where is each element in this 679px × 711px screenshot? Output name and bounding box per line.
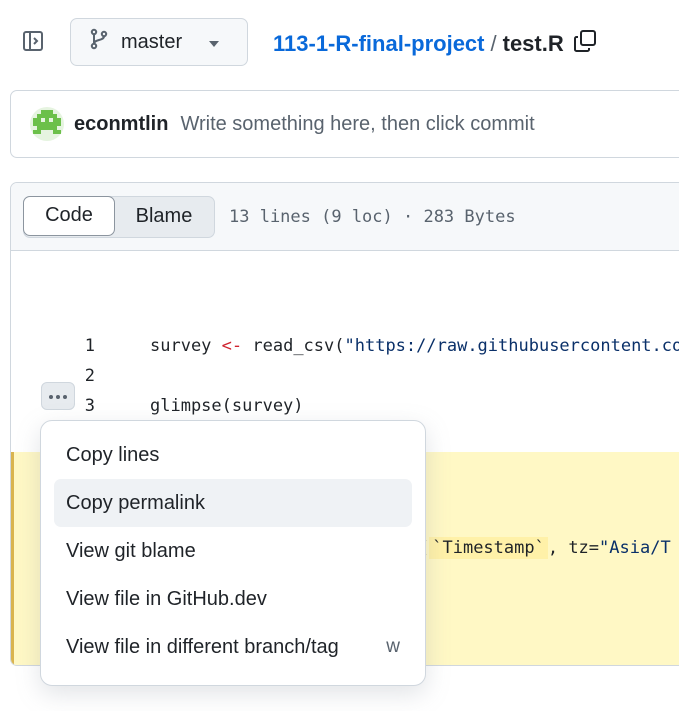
triangle-down-icon [208, 31, 220, 54]
line-code: glimpse(survey) [150, 396, 304, 416]
code-token: glimpse(survey) [150, 396, 304, 416]
line-options-button[interactable] [41, 382, 75, 410]
repo-link[interactable]: 113-1-R-final-project [273, 31, 485, 57]
menu-item-copy-lines[interactable]: Copy lines [54, 431, 412, 479]
menu-item-label: View file in different branch/tag [66, 635, 339, 658]
sidebar-toggle-button[interactable] [18, 28, 48, 58]
branch-selector-button[interactable]: master [70, 18, 248, 66]
code-token-string: "Asia/T [599, 538, 671, 558]
menu-item-view-git-blame[interactable]: View git blame [54, 527, 412, 575]
breadcrumb: 113-1-R-final-project / test.R [273, 28, 598, 60]
menu-item-label: Copy lines [66, 443, 160, 466]
code-token: , tz= [547, 538, 600, 558]
tab-blame[interactable]: Blame [114, 197, 214, 237]
commit-message: Write something here, then click commit [180, 112, 535, 135]
avatar[interactable] [30, 107, 64, 141]
menu-item-view-file-in-github-dev[interactable]: View file in GitHub.dev [54, 575, 412, 623]
code-line: 3 glimpse(survey) [11, 391, 679, 421]
breadcrumb-separator: / [490, 31, 497, 56]
code-token: "https://raw.githubusercontent.com [344, 336, 679, 356]
copy-path-button[interactable] [572, 28, 598, 60]
sidebar-expand-icon [21, 29, 45, 58]
view-toggle: Code Blame [23, 195, 215, 238]
code-token: read_csv( [242, 336, 345, 356]
menu-item-shortcut: w [386, 636, 400, 657]
code-line-partial: (`Timestamp`, tz="Asia/T [419, 533, 671, 563]
code-token: <- [221, 336, 243, 356]
tab-code[interactable]: Code [23, 195, 115, 236]
git-branch-icon [89, 28, 109, 56]
code-line: 2 [11, 361, 679, 391]
line-context-menu: Copy lines Copy permalink View git blame Vi… [40, 420, 426, 686]
line-number[interactable]: 1 [55, 336, 95, 356]
copy-icon [572, 28, 598, 60]
menu-item-view-file-in-different-branch-tag[interactable]: View file in different branch/tag w [54, 623, 412, 671]
file-name: test.R [502, 31, 564, 56]
menu-item-label: View git blame [66, 539, 196, 562]
commit-bar: econmtlin Write something here, then cli… [10, 90, 679, 158]
file-header: Code Blame 13 lines (9 loc) · 283 Bytes [11, 183, 679, 251]
line-code: survey <- read_csv("https://raw.githubus… [150, 336, 679, 356]
menu-item-copy-permalink[interactable]: Copy permalink [54, 479, 412, 527]
menu-item-label: View file in GitHub.dev [66, 587, 267, 610]
code-line: 1 survey <- read_csv("https://raw.githubu… [11, 331, 679, 361]
commit-author[interactable]: econmtlin [74, 113, 168, 136]
highlight-marker [11, 452, 14, 665]
file-meta: 13 lines (9 loc) · 283 Bytes [229, 206, 516, 227]
menu-item-label: Copy permalink [66, 491, 205, 514]
code-token-timestamp: `Timestamp` [429, 537, 548, 559]
branch-name: master [121, 30, 183, 53]
code-token: survey [150, 336, 222, 356]
kebab-horizontal-icon [48, 387, 68, 405]
